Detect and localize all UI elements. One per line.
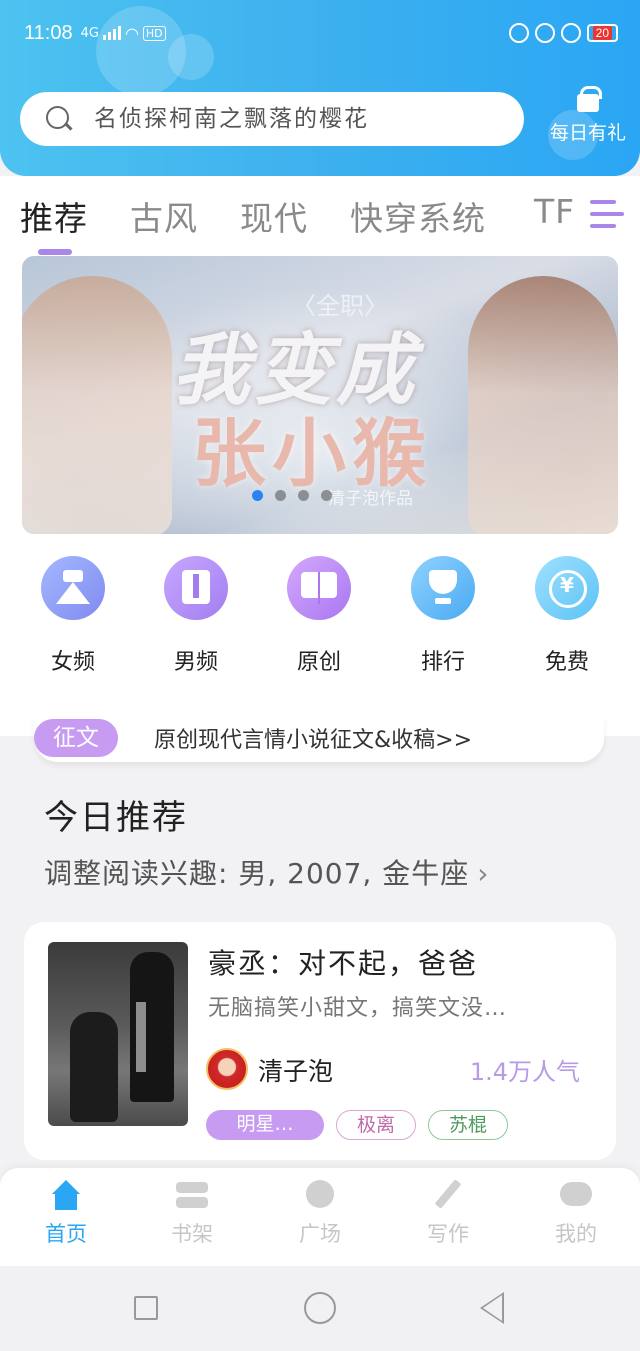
nav-label: 首页 [45, 1222, 87, 1246]
wifi-icon: ◠ [124, 23, 139, 43]
nav-label: 写作 [427, 1222, 469, 1246]
status-time: 11:08 [24, 21, 73, 44]
nav-bookshelf[interactable]: 书架 [142, 1180, 242, 1248]
tab-modern[interactable]: 现代 [240, 192, 308, 240]
bookshelf-icon [174, 1180, 210, 1212]
system-nav-bar [0, 1266, 640, 1351]
nav-label: 书架 [171, 1222, 213, 1246]
banner-character-right [468, 276, 618, 534]
section-title: 今日推荐 [44, 798, 188, 838]
nav-home[interactable]: 首页 [16, 1180, 116, 1248]
tag-chip[interactable]: 苏棍 [428, 1110, 508, 1140]
back-button[interactable] [480, 1292, 504, 1324]
pen-icon [430, 1180, 466, 1212]
category-female[interactable]: 女频 [18, 556, 128, 676]
tab-ancient[interactable]: 古风 [130, 192, 198, 240]
daily-gift-label: 每日有礼 [549, 122, 626, 144]
chat-icon [558, 1180, 594, 1212]
nav-plaza[interactable]: 广场 [270, 1180, 370, 1248]
battery-icon: 20 [586, 24, 618, 42]
category-label: 原创 [296, 650, 341, 675]
status-right: 20 [508, 23, 618, 43]
search-icon [46, 106, 72, 132]
recent-apps-button[interactable] [134, 1296, 158, 1320]
status-bar: 11:08 4G ◠ HD 20 [24, 18, 618, 48]
nav-label: 广场 [299, 1222, 341, 1246]
network-type: 4G [80, 25, 99, 41]
nav-write[interactable]: 写作 [398, 1180, 498, 1248]
reading-interest-text: 调整阅读兴趣: 男, 2007, 金牛座 [44, 857, 470, 890]
home-button[interactable] [304, 1292, 336, 1324]
signal-bars-icon [102, 26, 121, 40]
category-original[interactable]: 原创 [264, 556, 374, 676]
pagination-dot[interactable] [252, 490, 263, 501]
category-ranking[interactable]: 排行 [388, 556, 498, 676]
category-label: 男频 [173, 650, 218, 675]
dress-icon [41, 556, 105, 620]
pagination-dot[interactable] [321, 490, 332, 501]
book-card[interactable]: 豪丞：对不起，爸爸 无脑搞笑小甜文，搞笑文没… 清子泡 1.4万人气 明星… 极… [24, 922, 616, 1160]
gift-icon [575, 86, 602, 112]
book-title[interactable]: 豪丞：对不起，爸爸 [208, 942, 478, 982]
coin-icon [535, 556, 599, 620]
battery-level: 20 [592, 26, 612, 40]
tab-menu-icon[interactable] [588, 196, 628, 232]
tab-tf[interactable]: TF [534, 192, 575, 231]
tag-chip[interactable]: 极离 [336, 1110, 416, 1140]
category-tabs: 推荐 古风 现代 快穿系统 TF [0, 176, 640, 258]
category-label: 免费 [544, 650, 589, 675]
tab-quick-transmigration[interactable]: 快穿系统 [350, 192, 486, 240]
hd-badge: HD [142, 25, 166, 41]
author-avatar[interactable] [206, 1048, 248, 1090]
trophy-icon [411, 556, 475, 620]
book-icon [287, 556, 351, 620]
lock-icon [534, 23, 555, 43]
popularity-count: 1.4万人气 [469, 1058, 580, 1086]
book-description: 无脑搞笑小甜文，搞笑文没… [208, 996, 508, 1021]
banner-pagination [252, 490, 332, 501]
active-tab-indicator [38, 249, 72, 255]
promo-banner[interactable]: 〈全职〉 我变成 张小猴 清子泡作品 [22, 256, 618, 534]
author-name[interactable]: 清子泡 [258, 1052, 333, 1088]
banner-author: 清子泡作品 [328, 489, 413, 509]
eye-comfort-icon [508, 23, 529, 43]
home-icon [48, 1180, 84, 1212]
cover-figure [70, 1012, 118, 1122]
category-label: 排行 [420, 650, 465, 675]
contest-notice[interactable]: 征文 原创现代言情小说征文&收稿>> [34, 714, 604, 762]
pagination-dot[interactable] [275, 490, 286, 501]
cover-detail [136, 1002, 146, 1072]
book-cover[interactable] [48, 942, 188, 1126]
tag-chip[interactable]: 明星… [206, 1110, 324, 1140]
signal-indicator: 4G ◠ HD [81, 24, 166, 43]
daily-gift-button[interactable]: 每日有礼 [540, 86, 636, 145]
search-input[interactable] [94, 106, 494, 132]
tab-recommend[interactable]: 推荐 [20, 192, 88, 240]
category-free[interactable]: 免费 [512, 556, 622, 676]
bottom-nav: 首页 书架 广场 写作 我的 [0, 1168, 640, 1266]
app-header: 11:08 4G ◠ HD 20 每日有礼 [0, 0, 640, 176]
category-male[interactable]: 男频 [141, 556, 251, 676]
nav-label: 我的 [555, 1222, 597, 1246]
plaza-icon [302, 1180, 338, 1212]
category-label: 女频 [50, 650, 95, 675]
notice-text[interactable]: 原创现代言情小说征文&收稿>> [154, 722, 472, 754]
nav-mine[interactable]: 我的 [526, 1180, 626, 1248]
reading-interest-link[interactable]: 调整阅读兴趣: 男, 2007, 金牛座 › [44, 852, 489, 892]
chevron-right-icon: › [477, 857, 490, 890]
search-bar[interactable] [20, 92, 524, 146]
banner-character-left [22, 276, 172, 534]
pagination-dot[interactable] [298, 490, 309, 501]
notice-tag: 征文 [34, 719, 118, 757]
shirt-icon [164, 556, 228, 620]
alarm-icon [560, 23, 581, 43]
